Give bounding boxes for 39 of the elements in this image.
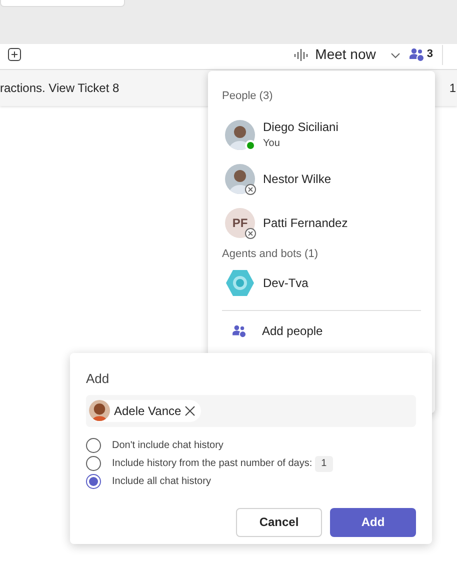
person-name: Nestor Wilke — [263, 170, 332, 188]
radio-button[interactable] — [86, 474, 101, 489]
person-name: Diego Siciliani — [263, 119, 338, 136]
bot-icon — [225, 269, 255, 297]
person-item[interactable]: Diego Siciliani You — [222, 112, 421, 156]
meet-now-button[interactable]: Meet now — [294, 44, 376, 65]
option-label: Include history from the past number of days: — [112, 457, 312, 471]
section-heading: Agents and bots (1) — [222, 246, 320, 262]
agent-item[interactable]: Dev-Tva — [222, 266, 421, 300]
option-label: Include all chat history — [112, 475, 211, 489]
section-heading: People (3) — [222, 89, 274, 104]
people-add-icon — [232, 324, 247, 338]
avatar — [225, 164, 255, 194]
person-item[interactable]: Nestor Wilke — [222, 156, 421, 200]
people-picker-field[interactable]: Adele Vance — [86, 394, 416, 426]
remove-icon[interactable] — [185, 406, 196, 416]
agent-name: Dev-Tva — [263, 275, 308, 292]
person-subtitle: You — [263, 137, 281, 151]
avatar — [225, 120, 255, 150]
person-name: Patti Fernandez — [263, 214, 348, 232]
add-button[interactable]: Add — [330, 508, 416, 536]
waveform-icon — [294, 48, 308, 62]
days-field[interactable]: 1 — [315, 456, 333, 472]
add-people-button[interactable]: Add people — [222, 319, 323, 343]
chevron-down-icon[interactable] — [390, 52, 400, 58]
dialog-title: Add — [86, 370, 110, 388]
cancel-button[interactable]: Cancel — [236, 508, 322, 536]
radio-button[interactable] — [86, 438, 101, 453]
radio-button[interactable] — [86, 456, 101, 471]
people-icon — [408, 48, 425, 62]
avatar — [89, 400, 110, 421]
message-time: 1 — [449, 80, 456, 97]
add-icon[interactable] — [8, 48, 21, 61]
participants-button[interactable]: 3 — [408, 46, 433, 63]
person-item[interactable]: PF Patti Fernandez — [222, 200, 421, 244]
avatar: PF — [225, 208, 255, 238]
option-label: Don't include chat history — [112, 439, 224, 453]
message-text: ractions. View Ticket 8 — [0, 80, 120, 97]
chip-name: Adele Vance — [114, 402, 182, 420]
